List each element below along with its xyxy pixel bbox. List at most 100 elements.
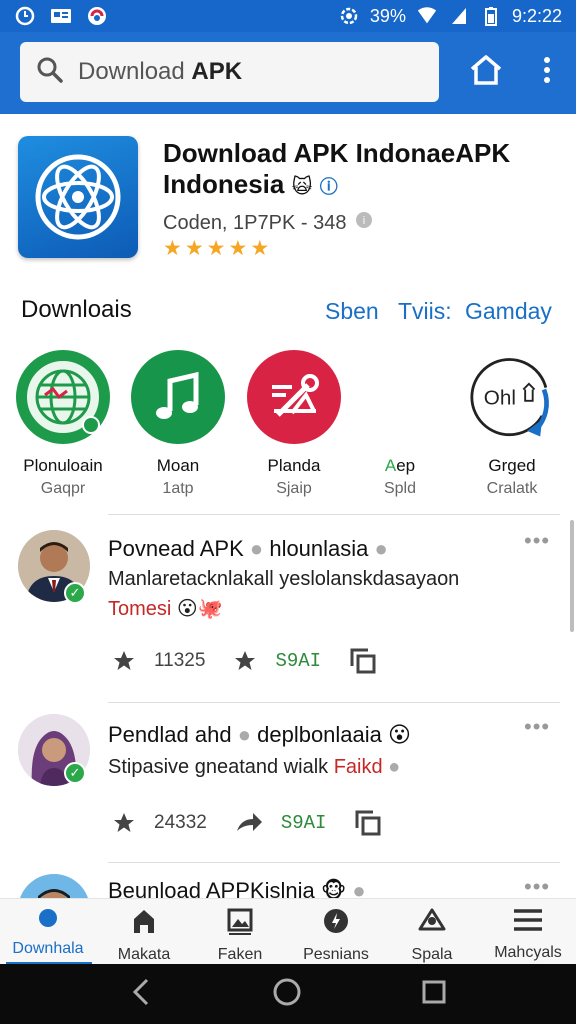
like-button[interactable]: 11325	[112, 649, 205, 673]
scrollbar[interactable]	[570, 520, 574, 632]
star-icon	[233, 649, 257, 673]
divider	[108, 862, 560, 863]
search-bar[interactable]: Download APK	[20, 42, 439, 102]
post-tag: Faikd	[333, 756, 383, 778]
person-icon	[417, 907, 447, 940]
nav-label: Downhala	[12, 940, 84, 957]
house-icon	[131, 907, 157, 940]
rating-stars: ★ ★ ★ ★ ★	[163, 236, 269, 261]
search-icon	[36, 56, 64, 89]
share-button[interactable]: S9AI	[233, 649, 321, 673]
compass-icon	[322, 907, 350, 940]
post-actions: 11325 S9AI	[112, 648, 423, 674]
app-info-card: Download APK IndonaeAPK Indonesia 🙀 ⓘ Co…	[0, 114, 576, 274]
app-icon[interactable]	[18, 136, 138, 258]
post-title: Pendlad ahd ● deplbonlaaia 😮	[108, 722, 411, 748]
category-sub: Cralatk	[486, 480, 538, 497]
menu-icon	[512, 907, 544, 938]
search-input[interactable]: Download APK	[78, 58, 242, 86]
more-options-icon[interactable]: •••	[524, 528, 550, 554]
category-sub: Spld	[383, 480, 417, 497]
post-title-text-2: deplbonlaaia	[257, 722, 382, 747]
battery-percent: 39%	[369, 5, 406, 26]
divider	[108, 702, 560, 703]
info-circle-icon: ●	[237, 722, 251, 747]
tools-icon	[247, 350, 341, 444]
info-badge-icon: ⓘ	[319, 177, 338, 197]
nav-item-downhala[interactable]: Downhala	[0, 899, 96, 964]
back-arrow-icon	[133, 978, 149, 1005]
like-count: 24332	[154, 812, 207, 833]
star-outline-icon	[112, 811, 136, 835]
nav-item-mahcyals[interactable]: Mahcyals	[480, 899, 576, 964]
signal-icon	[448, 6, 470, 26]
rating-star-icon: ★	[206, 237, 226, 260]
overflow-menu-button[interactable]	[532, 50, 562, 94]
recents-button[interactable]	[421, 979, 447, 1010]
app-notification-icon	[86, 6, 108, 26]
rating-star-icon: ★	[228, 237, 248, 260]
copy-button[interactable]	[349, 648, 395, 674]
share-label: S9AI	[280, 812, 327, 834]
tab-sben[interactable]: Sben	[325, 298, 379, 325]
home-icon	[469, 54, 503, 91]
svg-text:Ohl: Ohl	[484, 387, 516, 410]
divider	[108, 514, 560, 515]
back-button[interactable]	[129, 978, 153, 1011]
battery-icon	[480, 6, 502, 26]
nav-label: Pesnians	[303, 946, 369, 963]
category-name: Plonuloain	[23, 456, 103, 475]
circle-home-icon	[273, 978, 301, 1005]
nav-item-makata[interactable]: Makata	[96, 899, 192, 964]
post-title-text: Povnead APK	[108, 536, 244, 561]
emoji-icon: 🙀	[291, 176, 313, 198]
category-item[interactable]: Ohl Grged Cralatk	[462, 350, 562, 498]
category-item[interactable]: Plonuloain Gaqpr	[13, 350, 113, 498]
tab-gamday[interactable]: Gamday	[465, 298, 552, 325]
category-name: Planda	[267, 456, 321, 475]
image-icon	[226, 907, 254, 940]
nav-item-pesnians[interactable]: Pesnians	[288, 899, 384, 964]
post-tag: Tomesi	[108, 598, 172, 620]
rating-star-icon: ★	[250, 237, 270, 260]
post-title-text: Pendlad ahd	[108, 722, 232, 747]
category-sub: 1atp	[162, 480, 194, 497]
nav-label: Faken	[217, 946, 263, 963]
info-circle-icon: ●	[249, 536, 264, 561]
notification-card-icon	[50, 6, 72, 26]
app-title: Download APK IndonaeAPK Indonesia 🙀 ⓘ	[163, 138, 563, 203]
share-arrow-icon	[235, 811, 263, 835]
search-placeholder-bold: APK	[191, 58, 243, 85]
globe-icon	[16, 350, 110, 444]
share-button[interactable]: S9AI	[235, 811, 327, 835]
category-item[interactable]: Moan 1atp	[128, 350, 228, 498]
clock-icon	[14, 6, 36, 26]
copy-button[interactable]	[354, 810, 400, 836]
home-button[interactable]	[464, 50, 508, 94]
more-options-icon[interactable]: •••	[524, 874, 550, 900]
nav-label: Spala	[411, 946, 453, 963]
post-actions: 24332 S9AI	[112, 810, 428, 836]
app-meta: Coden, 1P7PK - 348 i	[163, 210, 374, 236]
nav-item-spala[interactable]: Spala	[384, 899, 480, 964]
info-circle-icon: ●	[388, 756, 401, 778]
home-nav-button[interactable]	[272, 977, 302, 1012]
post-body: Manlaretacknlakall yeslolanskdasayaon	[108, 568, 460, 590]
copy-icon	[349, 648, 377, 674]
nav-label: Mahcyals	[494, 944, 562, 961]
system-nav-bar	[0, 964, 576, 1024]
category-item[interactable]: Aep Spld	[350, 350, 450, 498]
category-item[interactable]: Planda Sjaip	[244, 350, 344, 498]
svg-text:i: i	[363, 215, 365, 227]
tab-tviis[interactable]: Tviis:	[398, 298, 452, 325]
music-note-icon	[131, 350, 225, 444]
download-globe-icon	[34, 907, 62, 934]
nav-item-faken[interactable]: Faken	[192, 899, 288, 964]
blank-category-icon	[353, 350, 447, 444]
category-sub: Gaqpr	[40, 480, 86, 497]
emoji-icon: 😮	[388, 722, 411, 747]
info-circle-icon[interactable]: i	[354, 210, 374, 236]
like-button[interactable]: 24332	[112, 811, 207, 835]
rating-star-icon: ★	[184, 237, 204, 260]
more-options-icon[interactable]: •••	[524, 714, 550, 740]
